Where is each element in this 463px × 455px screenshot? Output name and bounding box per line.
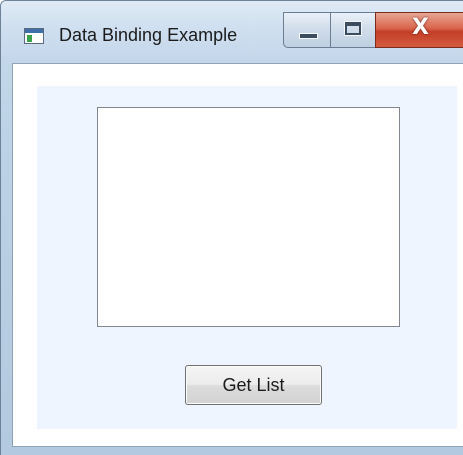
minimize-icon — [299, 33, 318, 39]
app-window: Data Binding Example X Get List — [0, 0, 463, 455]
window-client-area: Get List — [12, 63, 463, 447]
items-listbox[interactable] — [97, 107, 400, 327]
close-button[interactable]: X — [375, 12, 463, 48]
close-icon: X — [412, 15, 429, 40]
maximize-icon — [344, 21, 362, 36]
app-icon-pane — [27, 35, 32, 42]
minimize-button[interactable] — [283, 12, 331, 48]
maximize-button[interactable] — [330, 12, 376, 48]
app-icon-title-strip — [25, 29, 43, 33]
content-panel: Get List — [37, 86, 457, 429]
title-bar[interactable]: Data Binding Example X — [1, 1, 463, 63]
window-app-icon[interactable] — [24, 28, 44, 44]
get-list-button[interactable]: Get List — [185, 365, 322, 405]
window-title: Data Binding Example — [59, 25, 238, 45]
